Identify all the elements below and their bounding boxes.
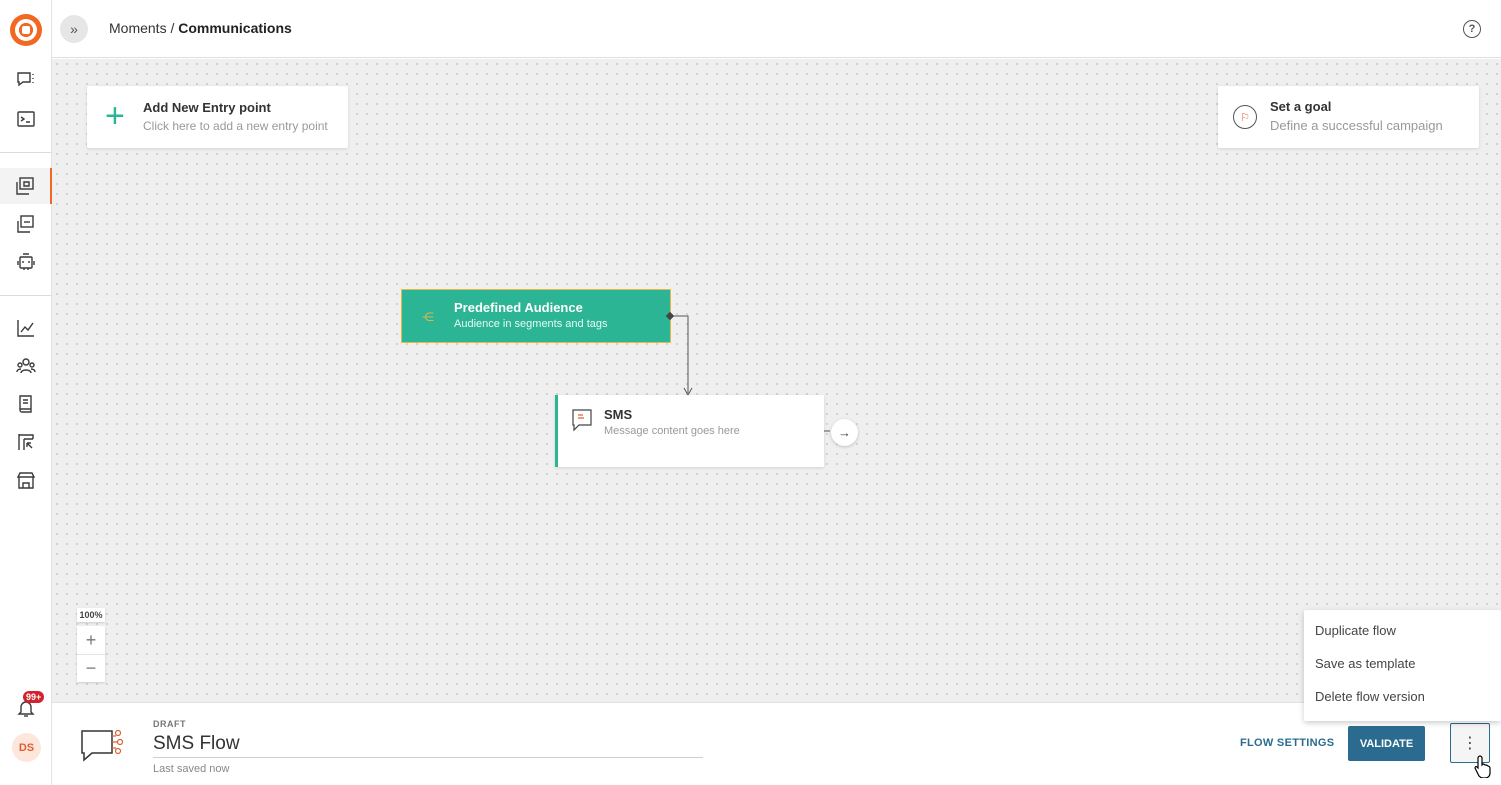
more-vertical-icon: ⋮ [1462, 735, 1478, 752]
predefined-audience-node[interactable]: ⋲ Predefined Audience Audience in segmen… [401, 289, 675, 343]
more-options-menu: Duplicate flow Save as template Delete f… [1304, 610, 1501, 721]
breadcrumb-parent[interactable]: Moments [109, 20, 167, 36]
expand-sidebar-button[interactable]: » [60, 15, 88, 43]
help-icon[interactable]: ? [1463, 20, 1481, 38]
entry-title: Add New Entry point [143, 100, 271, 115]
flow-status: DRAFT [153, 719, 186, 729]
docs-icon[interactable] [0, 386, 52, 422]
exports-icon[interactable] [0, 424, 52, 460]
last-saved: Last saved now [153, 763, 230, 775]
plus-icon: + [105, 97, 125, 135]
flow-icon [81, 729, 124, 762]
menu-item-duplicate-flow[interactable]: Duplicate flow [1304, 623, 1501, 656]
validate-button[interactable]: VALIDATE [1348, 726, 1425, 761]
set-goal-card[interactable]: ⚐ Set a goal Define a successful campaig… [1218, 86, 1479, 148]
flow-name-input[interactable]: SMS Flow [153, 733, 703, 758]
add-entry-point-card[interactable]: + Add New Entry point Click here to add … [87, 86, 348, 148]
conversations-icon[interactable] [0, 62, 52, 98]
flag-icon: ⚐ [1233, 105, 1257, 129]
flow-footer: DRAFT SMS Flow Last saved now FLOW SETTI… [52, 702, 1501, 785]
audience-icon: ⋲ [422, 310, 434, 324]
terminal-icon[interactable] [0, 101, 52, 137]
sidebar-divider [0, 295, 52, 296]
entry-subtitle: Click here to add a new entry point [143, 119, 328, 133]
audience-node-title: Predefined Audience [454, 300, 583, 315]
breadcrumb-current: Communications [178, 20, 292, 36]
sidebar: 99+ DS [0, 0, 52, 785]
zoom-controls: 100% + − [77, 608, 105, 682]
moments-icon[interactable] [0, 168, 52, 204]
sms-node-subtitle: Message content goes here [604, 425, 740, 437]
store-icon[interactable] [0, 462, 52, 498]
audience-node-subtitle: Audience in segments and tags [454, 318, 608, 330]
goal-subtitle: Define a successful campaign [1270, 118, 1443, 133]
double-chevron-right-icon: » [70, 21, 78, 37]
user-avatar[interactable]: DS [12, 733, 41, 762]
arrow-right-icon: → [838, 425, 851, 440]
breadcrumb-separator: / [166, 20, 179, 36]
breadcrumb: Moments / Communications [109, 20, 292, 36]
sms-icon [572, 409, 592, 432]
menu-item-delete-flow-version[interactable]: Delete flow version [1304, 689, 1501, 722]
top-header: » Moments / Communications ? [52, 0, 1501, 58]
flow-settings-button[interactable]: FLOW SETTINGS [1240, 737, 1334, 749]
zoom-in-button[interactable]: + [77, 626, 105, 654]
brand-logo-icon[interactable] [10, 14, 42, 46]
bot-icon[interactable] [0, 244, 52, 280]
sms-node[interactable]: SMS Message content goes here [555, 395, 824, 467]
goal-title: Set a goal [1270, 99, 1332, 114]
sms-node-title: SMS [604, 407, 633, 422]
zoom-out-button[interactable]: − [77, 654, 105, 682]
channels-icon[interactable] [0, 206, 52, 242]
menu-item-save-as-template[interactable]: Save as template [1304, 656, 1501, 689]
output-port[interactable] [665, 311, 675, 321]
sidebar-divider [0, 152, 52, 153]
flow-canvas[interactable]: + Add New Entry point Click here to add … [52, 59, 1501, 702]
people-icon[interactable] [0, 348, 52, 384]
zoom-level: 100% [77, 608, 105, 622]
analytics-icon[interactable] [0, 310, 52, 346]
notification-badge: 99+ [23, 691, 45, 703]
hand-cursor-icon [1474, 755, 1491, 778]
add-next-step-button[interactable]: → [831, 419, 858, 446]
